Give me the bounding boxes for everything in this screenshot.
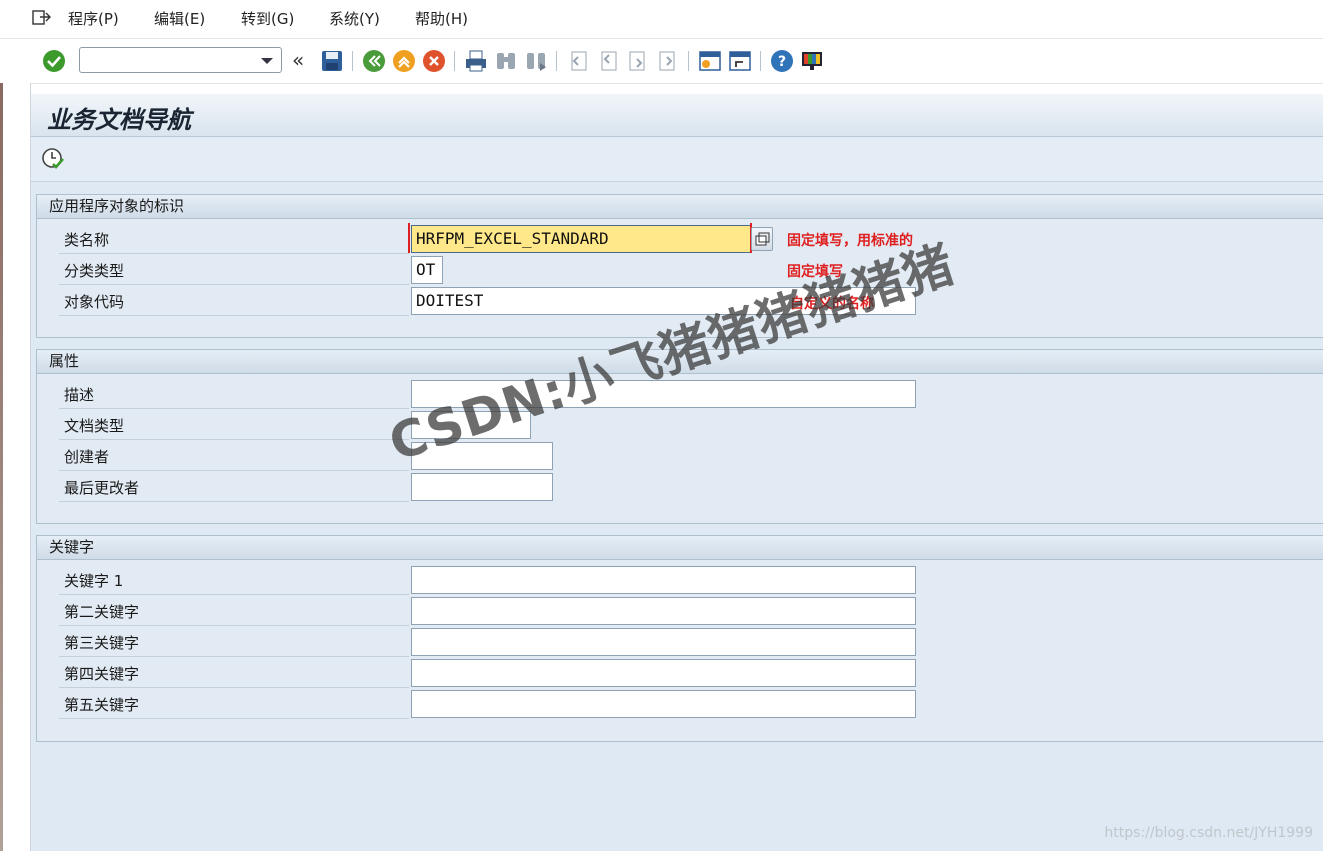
group-keywords: 关键字 关键字 1 第二关键字 第三关键字 第四关键字 第五关键字 [36, 535, 1323, 742]
exit-icon[interactable] [392, 49, 416, 73]
group-title: 关键字 [37, 536, 1323, 560]
keyword-1-field[interactable] [411, 566, 916, 594]
row-divider [59, 253, 409, 254]
main-area: 业务文档导航 应用程序对象的标识 类名称 分类类型 对象代码 HRFPM_EXC… [31, 94, 1323, 851]
row-divider [59, 594, 409, 595]
first-page-icon[interactable] [566, 49, 590, 73]
execute-clock-icon[interactable] [41, 147, 65, 171]
row-divider [59, 656, 409, 657]
customize-layout-icon[interactable] [800, 49, 824, 73]
keyword-2-label: 第二关键字 [64, 603, 140, 621]
row-divider [59, 439, 409, 440]
row-divider [59, 408, 409, 409]
keyword-3-label: 第三关键字 [64, 634, 140, 652]
group-title: 应用程序对象的标识 [37, 195, 1323, 219]
highlight-bracket-left [408, 223, 750, 253]
find-next-icon[interactable] [524, 49, 548, 73]
cancel-icon[interactable] [422, 49, 446, 73]
save-icon[interactable] [320, 49, 344, 73]
page-title: 业务文档导航 [47, 105, 191, 134]
document-type-label: 文档类型 [64, 417, 125, 435]
row-divider [59, 315, 409, 316]
keyword-4-field[interactable] [411, 659, 916, 687]
shortcut-icon[interactable] [728, 49, 752, 73]
keyword-5-field[interactable] [411, 690, 916, 718]
ok-check-icon[interactable] [42, 49, 66, 73]
menu-system[interactable]: 系统(Y) [329, 8, 380, 29]
left-margin [0, 83, 31, 851]
row-divider [59, 284, 409, 285]
toolbar-separator [556, 51, 557, 71]
chevron-down-icon[interactable] [261, 58, 273, 64]
menu-exit-icon[interactable] [32, 9, 52, 27]
find-icon[interactable] [494, 49, 518, 73]
left-edge [0, 83, 3, 851]
toolbar-separator [352, 51, 353, 71]
last-page-icon[interactable] [656, 49, 680, 73]
menu-goto[interactable]: 转到(G) [241, 8, 294, 29]
toolbar-separator [688, 51, 689, 71]
menu-edit[interactable]: 编辑(E) [154, 8, 205, 29]
creator-label: 创建者 [64, 448, 110, 466]
toolbar-separator [760, 51, 761, 71]
command-field[interactable] [79, 47, 282, 73]
row-divider [59, 718, 409, 719]
toolbar-separator [454, 51, 455, 71]
prev-page-icon[interactable] [596, 49, 620, 73]
application-toolbar [31, 137, 1323, 182]
object-code-label: 对象代码 [64, 293, 125, 311]
keyword-2-field[interactable] [411, 597, 916, 625]
category-type-field[interactable]: OT [411, 256, 443, 284]
value-help-button[interactable] [751, 227, 773, 251]
menu-help[interactable]: 帮助(H) [415, 8, 468, 29]
title-bar: 业务文档导航 [31, 94, 1323, 137]
last-changed-by-label: 最后更改者 [64, 479, 140, 497]
menu-program[interactable]: 程序(P) [68, 8, 119, 29]
svg-text:?: ? [778, 54, 786, 70]
category-type-value: OT [416, 260, 436, 279]
object-code-value: DOITEST [416, 291, 484, 310]
keyword-3-field[interactable] [411, 628, 916, 656]
last-changed-by-field[interactable] [411, 473, 553, 501]
category-type-label: 分类类型 [64, 262, 125, 280]
keyword-4-label: 第四关键字 [64, 665, 140, 683]
keyword-1-label: 关键字 1 [64, 572, 124, 590]
footer-url: https://blog.csdn.net/JYH1999 [1104, 825, 1313, 841]
next-page-icon[interactable] [626, 49, 650, 73]
menu-bar: 程序(P) 编辑(E) 转到(G) 系统(Y) 帮助(H) [0, 0, 1323, 37]
back-icon[interactable] [362, 49, 386, 73]
help-icon[interactable]: ? [770, 49, 794, 73]
row-divider [59, 625, 409, 626]
keyword-5-label: 第五关键字 [64, 696, 140, 714]
collapse-chevron-icon[interactable]: « [292, 48, 304, 72]
print-icon[interactable] [464, 49, 488, 73]
row-divider [59, 687, 409, 688]
description-label: 描述 [64, 386, 95, 404]
row-divider [59, 501, 409, 502]
row-divider [59, 470, 409, 471]
class-name-label: 类名称 [64, 231, 110, 249]
standard-toolbar: « ? [0, 38, 1323, 84]
new-session-icon[interactable] [698, 49, 722, 73]
